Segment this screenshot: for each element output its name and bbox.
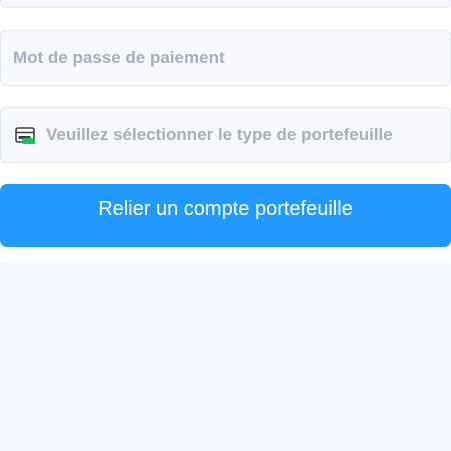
wallet-type-select-row[interactable]: Veuillez sélectionner le type de portefe… [15,108,445,162]
link-wallet-button-label: Relier un compte portefeuille [98,198,353,220]
wallet-card-icon [15,126,37,146]
link-wallet-button[interactable]: Relier un compte portefeuille [0,184,451,247]
previous-input-field[interactable] [0,0,451,8]
wallet-type-placeholder: Veuillez sélectionner le type de portefe… [46,125,393,144]
wallet-type-select[interactable]: Veuillez sélectionner le type de portefe… [0,107,451,163]
bottom-background-area [0,262,451,451]
payment-password-field[interactable] [0,30,451,86]
payment-password-input[interactable] [13,31,438,85]
link-wallet-page: Veuillez sélectionner le type de portefe… [0,0,451,451]
